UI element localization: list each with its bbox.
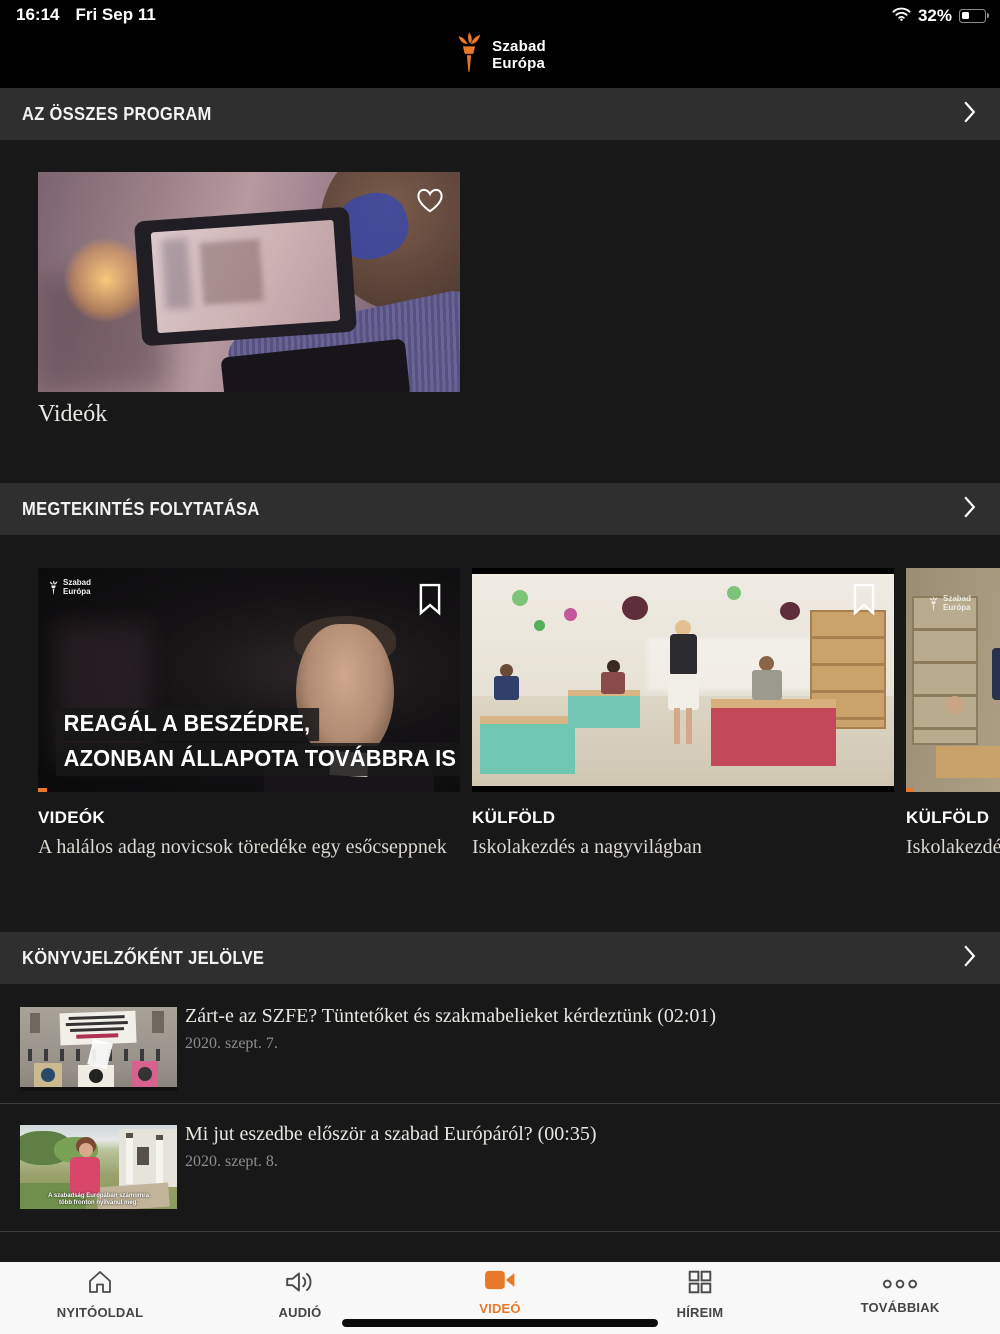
chevron-right-icon [963,495,976,524]
battery-icon [959,9,989,23]
tab-label: HÍREIM [676,1305,724,1320]
chevron-right-icon [963,100,976,129]
section-header-continue-watching[interactable]: MEGTEKINTÉS FOLYTATÁSA [0,483,1000,535]
torch-icon [454,31,484,78]
continue-card-navalny[interactable]: Szabad Európa REAGÁL A BESZÉDRE, AZONBAN … [38,568,460,868]
tab-label: TOVÁBBIAK [860,1300,940,1315]
section-header-all-programs[interactable]: AZ ÖSSZES PROGRAM [0,88,1000,140]
tab-tovabbiak[interactable]: TOVÁBBIAK [800,1262,1000,1334]
playback-progress-bar [38,788,47,792]
szabad-europa-app: 16:14 Fri Sep 11 32% Szabad Európa AZ ÖS… [0,0,1000,1334]
bookmarked-item-szfe[interactable]: Zárt-e az SZFE? Tüntetőket és szakmabeli… [0,1005,1000,1103]
grid-icon [687,1269,713,1300]
thumbnail-subtitle: A szabadság Európában számomra több fron… [48,1193,149,1206]
ellipsis-icon [882,1269,918,1295]
thumbnail-watermark: Szabad Európa [928,594,971,612]
status-date: Fri Sep 11 [75,5,156,24]
brand-name-line1: Szabad [492,37,546,55]
video-thumbnail: Szabad Európa [906,568,1000,792]
video-thumbnail: Szabad Európa REAGÁL A BESZÉDRE, AZONBAN … [38,568,460,792]
card-title: Iskolakezdés a nagyvilágban [906,836,1000,858]
card-title: Iskolakezdés a nagyvilágban [472,836,702,858]
section-title: KÖNYVJELZŐKÉNT JELÖLVE [22,947,265,968]
home-indicator[interactable] [342,1319,658,1327]
continue-card-school[interactable]: KÜLFÖLD Iskolakezdés a nagyvilágban [472,568,894,868]
program-thumbnail [38,172,460,392]
tab-label: AUDIÓ [278,1305,322,1320]
list-divider [0,1231,1000,1232]
home-icon [86,1269,114,1300]
list-thumbnail: A szabadság Európában számomra több fron… [20,1125,177,1209]
section-title: AZ ÖSSZES PROGRAM [22,103,212,124]
heart-icon[interactable] [415,186,445,219]
list-item-title: Mi jut eszedbe először a szabad Európáró… [185,1123,597,1145]
section-title: MEGTEKINTÉS FOLYTATÁSA [22,498,260,519]
list-divider [0,1103,1000,1104]
tab-nyitooldal[interactable]: NYITÓOLDAL [0,1262,200,1334]
bookmarked-item-szabad-europa[interactable]: A szabadság Európában számomra több fron… [0,1123,1000,1223]
thumbnail-watermark: Szabad Európa [48,578,91,596]
list-thumbnail [20,1007,177,1091]
card-category: KÜLFÖLD [906,808,990,827]
tab-label: VIDEÓ [479,1301,521,1316]
brand-name-line2: Európa [492,54,546,72]
program-card-title: Videók [38,401,108,427]
bookmark-icon[interactable] [850,582,878,621]
status-bar: 16:14 Fri Sep 11 32% [0,5,1000,29]
card-category: VIDEÓK [38,808,105,827]
speaker-icon [284,1269,316,1300]
overlay-line1: REAGÁL A BESZÉDRE, [56,708,319,741]
playback-progress-bar [906,788,914,792]
video-thumbnail [472,568,894,792]
bookmark-icon[interactable] [416,582,444,621]
tab-label: NYITÓOLDAL [56,1305,144,1320]
list-item-title: Zárt-e az SZFE? Tüntetőket és szakmabeli… [185,1005,717,1027]
wifi-icon [892,6,911,26]
card-category: KÜLFÖLD [472,808,556,827]
card-title: A halálos adag novicsok töredéke egy eső… [38,836,447,858]
chevron-right-icon [963,944,976,973]
list-item-date: 2020. szept. 8. [185,1153,278,1170]
clock: 16:14 [16,5,60,24]
video-camera-icon [484,1269,516,1296]
program-card-videos[interactable] [38,172,460,392]
overlay-line2: AZONBAN ÁLLAPOTA TOVÁBBRA IS SÚLYOS [56,743,460,776]
list-item-date: 2020. szept. 7. [185,1035,278,1052]
section-header-bookmarked[interactable]: KÖNYVJELZŐKÉNT JELÖLVE [0,932,1000,984]
thumbnail-caption-overlay: REAGÁL A BESZÉDRE, AZONBAN ÁLLAPOTA TOVÁ… [56,708,460,776]
continue-card-school-2[interactable]: SzabadEurópa KÜLFÖLD Iskolakezdés a nagy… [906,568,1000,868]
brand-logo: Szabad Európa [0,31,1000,78]
app-header: 16:14 Fri Sep 11 32% Szabad Európa [0,0,1000,88]
battery-percent: 32% [917,6,952,25]
